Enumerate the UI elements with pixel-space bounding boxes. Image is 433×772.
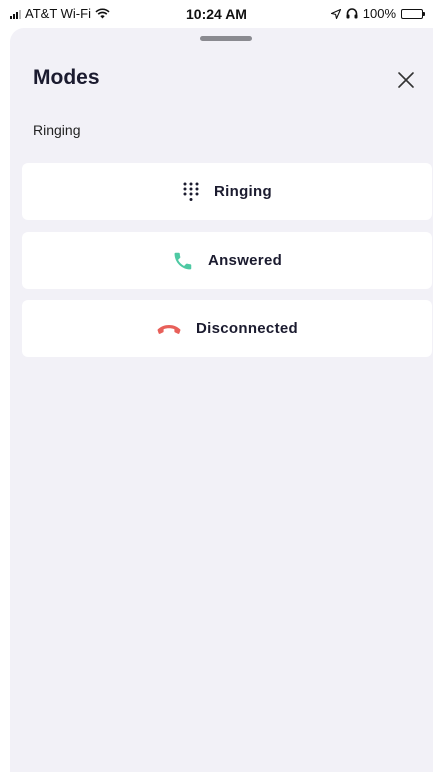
phone-hangup-icon	[156, 322, 182, 336]
close-button[interactable]	[394, 68, 418, 92]
mode-option-label: Ringing	[214, 183, 272, 200]
mode-option-label: Answered	[207, 252, 283, 269]
keypad-dots-icon	[182, 182, 200, 202]
battery-percent: 100%	[362, 6, 396, 21]
close-icon	[398, 72, 414, 88]
mode-option-disconnected[interactable]: Disconnected	[22, 300, 432, 357]
status-bar: AT&T Wi-Fi 10:24 AM 100%	[0, 0, 433, 28]
phone-answer-icon	[172, 250, 194, 272]
location-arrow-icon	[330, 8, 341, 19]
battery-icon	[401, 8, 425, 19]
status-right: 100%	[330, 6, 425, 21]
modes-sheet: Modes Ringing Ringing Answered Disconnec…	[10, 28, 433, 772]
sheet-grabber[interactable]	[200, 36, 252, 41]
sheet-title: Modes	[33, 66, 100, 89]
current-mode-label: Ringing	[33, 122, 81, 138]
mode-option-label: Disconnected	[196, 320, 298, 337]
mode-option-ringing[interactable]: Ringing	[22, 163, 432, 220]
headphones-icon	[346, 8, 358, 19]
mode-option-answered[interactable]: Answered	[22, 232, 432, 289]
